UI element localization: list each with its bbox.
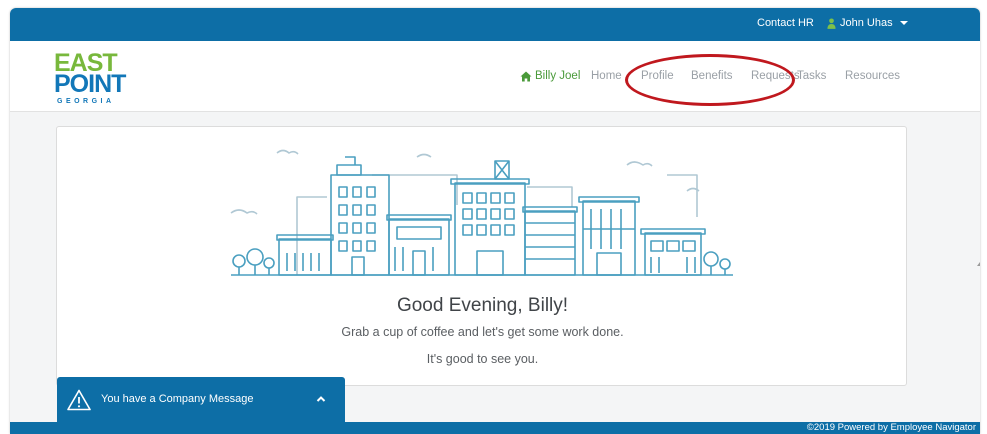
nav-item-requests[interactable]: Requests: [751, 70, 800, 82]
nav-item-tasks[interactable]: Tasks: [797, 70, 826, 82]
nav-item-resources[interactable]: Resources: [845, 70, 900, 82]
warning-triangle-icon: [67, 389, 91, 411]
house-icon: [520, 71, 532, 81]
welcome-line-1: Grab a cup of coffee and let's get some …: [341, 325, 624, 339]
footer: ©2019 Powered by Employee Navigator: [10, 422, 980, 434]
nav-user-home[interactable]: Billy Joel: [520, 70, 580, 82]
caret-down-icon: [899, 21, 908, 25]
user-menu[interactable]: John Uhas: [827, 17, 908, 29]
welcome-line-2: It's good to see you.: [426, 352, 539, 366]
browser-frame: Contact HR John Uhas EAST POINT GEORGIA …: [10, 8, 980, 434]
user-name: John Uhas: [840, 17, 893, 29]
header: EAST POINT GEORGIA Billy Joel Home Profi…: [10, 41, 980, 112]
nav-user-name: Billy Joel: [535, 70, 581, 82]
nav-item-home[interactable]: Home: [591, 70, 622, 82]
welcome-card: Good Evening, Billy! Grab a cup of coffe…: [56, 126, 907, 386]
chevron-up-icon[interactable]: [315, 393, 327, 405]
powered-by-text: ©2019 Powered by Employee Navigator: [806, 422, 976, 433]
top-bar: Contact HR John Uhas: [10, 8, 980, 41]
company-message-text: You have a Company Message: [101, 393, 254, 405]
greeting-heading: Good Evening, Billy!: [396, 295, 569, 316]
main-nav: Billy Joel Home Profile Benefits Request…: [10, 41, 980, 112]
contact-hr-link[interactable]: Contact HR: [757, 17, 814, 29]
person-icon: [827, 17, 836, 29]
city-illustration: [230, 149, 733, 276]
nav-item-benefits[interactable]: Benefits: [691, 70, 733, 82]
scrollbar-up-arrow[interactable]: [977, 262, 980, 266]
company-message-bar[interactable]: You have a Company Message: [57, 377, 345, 423]
nav-item-profile[interactable]: Profile: [641, 70, 674, 82]
